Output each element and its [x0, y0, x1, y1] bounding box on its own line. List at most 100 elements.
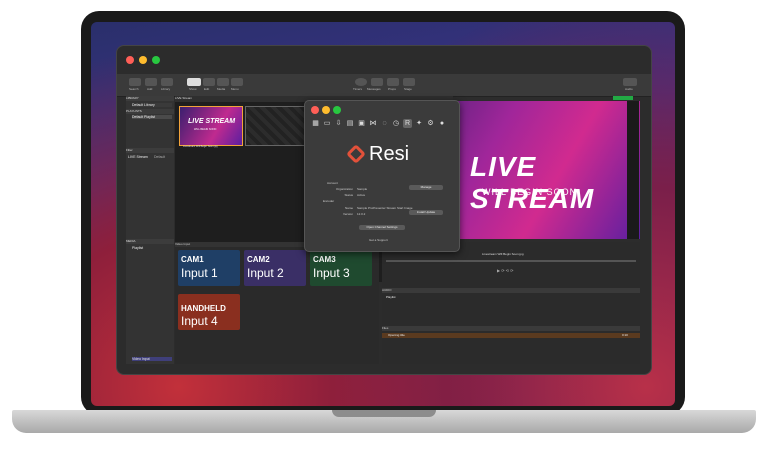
- settings-icon[interactable]: ⚙: [426, 119, 435, 128]
- slide-title: LIVE STREAM: [188, 118, 236, 125]
- stage-button[interactable]: [403, 78, 415, 86]
- playback-progress[interactable]: [386, 260, 636, 262]
- open-channel-settings-button[interactable]: Open Channel Settings: [359, 225, 405, 230]
- timers-button[interactable]: [355, 78, 367, 86]
- sidebar-item-default-playlist[interactable]: Default Playlist: [132, 115, 172, 119]
- video-input-panel: Video Input CAM1 Input 1 CAM2 Input 2 CA…: [175, 242, 379, 364]
- slide-thumbnail[interactable]: LIVE STREAM WILL BEGIN SOON: [179, 106, 243, 146]
- sync-icon[interactable]: ◌: [380, 119, 389, 128]
- messages-button[interactable]: [371, 78, 383, 86]
- media-mode-button[interactable]: [217, 78, 229, 86]
- props-label: Props: [388, 87, 396, 91]
- input-tile-label: Input 4: [181, 314, 218, 328]
- right-panel: Livestream Will Begin Soon.jpg ▶ ⟳ ⟲ ⟳ A…: [382, 242, 640, 364]
- close-window-button[interactable]: [126, 56, 134, 64]
- dialog-tab-bar: ▦ ▭ ⇩ ▤ ▣ ⋈ ◌ ◷ R ✦ ⚙ ●: [311, 119, 453, 131]
- input-tile-3[interactable]: CAM3 Input 3: [310, 250, 372, 286]
- input-tile-4[interactable]: HANDHELD Input 4: [178, 294, 240, 330]
- props-button[interactable]: [387, 78, 399, 86]
- main-toolbar: Search Add Library Show Edit Media Menu …: [117, 74, 651, 97]
- playlists-header: PLAYLISTS: [126, 109, 174, 114]
- dialog-close-button[interactable]: [311, 106, 319, 114]
- input-tile-cam: CAM1: [181, 255, 204, 264]
- library-header: LIBRARY: [126, 96, 174, 101]
- account-label: Account: [327, 181, 338, 185]
- slide-subtitle: WILL BEGIN SOON: [194, 128, 217, 131]
- minimize-window-button[interactable]: [139, 56, 147, 64]
- search-button[interactable]: [129, 78, 141, 86]
- menu-mode-button[interactable]: [231, 78, 243, 86]
- display-icon[interactable]: ▭: [323, 119, 332, 128]
- empty-slide[interactable]: [245, 106, 307, 146]
- track-row[interactable]: Opening title 0:10: [382, 333, 640, 338]
- library-button[interactable]: [161, 78, 173, 86]
- input-tile-cam: CAM2: [247, 255, 270, 264]
- track-time: 0:10: [622, 333, 628, 337]
- sidebar-item-playlist[interactable]: Playlist: [132, 246, 172, 250]
- manage-button[interactable]: Manage: [409, 185, 443, 190]
- input-tile-label: Input 2: [247, 266, 284, 280]
- input-tile-label: Input 1: [181, 266, 218, 280]
- library-icon[interactable]: ▤: [346, 119, 355, 128]
- screens-icon[interactable]: ▣: [357, 119, 366, 128]
- org-value: Sample: [357, 187, 368, 191]
- add-button[interactable]: [145, 78, 157, 86]
- install-update-button[interactable]: Install Update: [409, 210, 443, 215]
- org-label: Organization: [335, 187, 353, 191]
- search-label: Search: [129, 87, 139, 91]
- laptop-notch: [332, 410, 436, 417]
- import-icon[interactable]: ⇩: [334, 119, 343, 128]
- media-label: Media: [217, 87, 226, 91]
- input-tile-cam: HANDHELD: [181, 304, 226, 313]
- output-subtitle: WILL BEGIN SOON: [482, 187, 578, 197]
- input-tile-2[interactable]: CAM2 Input 2: [244, 250, 306, 286]
- audio-label: Audio: [625, 87, 633, 91]
- add-label: Add: [147, 87, 153, 91]
- output-title: LIVE STREAM: [470, 151, 595, 214]
- library-sidebar: LIBRARY Default Library PLAYLISTS Defaul…: [126, 96, 174, 364]
- timers-label: Timers: [353, 87, 363, 91]
- sidebar-item-video-input[interactable]: Video Input: [132, 357, 172, 361]
- library-label: Library: [161, 87, 171, 91]
- encoder-label: Encoder: [323, 199, 335, 203]
- zoom-window-button[interactable]: [152, 56, 160, 64]
- audio-button[interactable]: [623, 78, 637, 86]
- show-mode-button[interactable]: [187, 78, 201, 86]
- name-label: Name: [344, 206, 353, 210]
- media-header: MEDIA: [126, 239, 174, 244]
- audio-header: AUDIO: [382, 288, 640, 293]
- now-playing-label: Livestream Will Begin Soon.jpg: [482, 252, 524, 256]
- version-label: Version: [342, 212, 353, 216]
- input-tile-1[interactable]: CAM1 Input 1: [178, 250, 240, 286]
- version-value: 12.0.2: [357, 212, 366, 216]
- clock-icon[interactable]: ◷: [392, 119, 401, 128]
- sidebar-item-default[interactable]: Default: [154, 155, 172, 159]
- updates-icon[interactable]: ●: [438, 119, 447, 128]
- show-label: Show: [189, 87, 197, 91]
- sidebar-item-default-library[interactable]: Default Library: [132, 103, 172, 107]
- sidebar-item-live-stream[interactable]: LIVE Stream: [128, 155, 152, 159]
- network-icon[interactable]: ⋈: [369, 119, 378, 128]
- filter-header: Filter: [126, 148, 174, 153]
- effects-icon[interactable]: ✦: [415, 119, 424, 128]
- edit-mode-button[interactable]: [203, 78, 215, 86]
- resi-logo-text: Resi: [369, 143, 410, 165]
- support-link[interactable]: Get a Support: [369, 238, 388, 242]
- dialog-minimize-button[interactable]: [322, 106, 330, 114]
- edit-label: Edit: [204, 87, 210, 91]
- output-side-toolbar: [627, 101, 639, 239]
- track-title: Opening title: [388, 333, 405, 337]
- resi-icon[interactable]: R: [403, 119, 412, 128]
- slide-caption: Livestream Will Begin Soon.jpg: [183, 145, 218, 148]
- resi-preferences-dialog: ▦ ▭ ⇩ ▤ ▣ ⋈ ◌ ◷ R ✦ ⚙ ● Resi Account Organization S…: [304, 100, 460, 252]
- status-value: Active: [357, 193, 366, 197]
- dialog-zoom-button[interactable]: [333, 106, 341, 114]
- messages-label: Messages: [367, 87, 381, 91]
- transport-controls[interactable]: ▶ ⟳ ⟲ ⟳: [497, 268, 527, 274]
- general-icon[interactable]: ▦: [311, 119, 320, 128]
- menu-label: Menu: [231, 87, 239, 91]
- live-status-bar: [613, 96, 633, 100]
- stage-label: Stage: [404, 87, 412, 91]
- resi-logo-icon: [346, 144, 366, 164]
- audio-playlist-item[interactable]: Playlist: [386, 295, 396, 299]
